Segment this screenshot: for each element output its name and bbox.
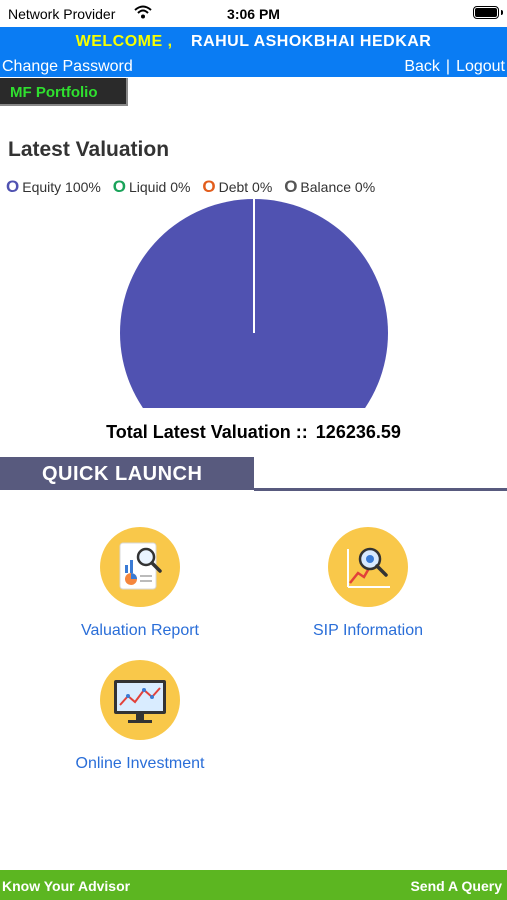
know-your-advisor-link[interactable]: Know Your Advisor xyxy=(2,878,130,894)
valuation-pie-chart xyxy=(120,199,388,408)
link-separator: | xyxy=(445,58,451,75)
legend-marker: O xyxy=(202,177,216,196)
valuation-report-tile[interactable]: Valuation Report xyxy=(40,527,240,640)
mf-portfolio-tab[interactable]: MF Portfolio xyxy=(0,78,128,106)
quick-launch-divider xyxy=(254,488,507,491)
legend-item-liquid: O Liquid 0% xyxy=(113,177,191,197)
legend-item-balance: O Balance 0% xyxy=(284,177,375,197)
section-title: Latest Valuation xyxy=(8,138,170,161)
valuation-report-icon xyxy=(100,527,180,607)
legend-label: Equity 100% xyxy=(22,179,101,195)
footer-bar: Know Your Advisor Send A Query xyxy=(0,870,507,900)
valuation-report-label: Valuation Report xyxy=(81,622,199,639)
online-investment-icon xyxy=(100,660,180,740)
user-name: RAHUL ASHOKBHAI HEDKAR xyxy=(191,33,432,50)
legend-marker: O xyxy=(6,177,20,196)
legend-marker: O xyxy=(284,177,298,196)
logout-link[interactable]: Logout xyxy=(456,58,505,75)
clock: 3:06 PM xyxy=(227,6,280,22)
header-links: Change Password Back | Logout xyxy=(0,58,507,76)
legend-label: Liquid 0% xyxy=(128,179,191,195)
legend-label: Debt 0% xyxy=(218,179,273,195)
app-header: WELCOME , RAHUL ASHOKBHAI HEDKAR Change … xyxy=(0,27,507,77)
online-investment-label: Online Investment xyxy=(75,755,205,772)
legend-label: Balance 0% xyxy=(300,179,376,195)
back-link[interactable]: Back xyxy=(404,58,440,75)
welcome-text: WELCOME , xyxy=(75,33,173,50)
total-valuation-label: Total Latest Valuation :: xyxy=(106,422,308,442)
nav-links: Back | Logout xyxy=(404,58,505,76)
legend-item-equity: O Equity 100% xyxy=(6,177,101,197)
legend-item-debt: O Debt 0% xyxy=(202,177,272,197)
legend-marker: O xyxy=(112,177,126,196)
status-bar: Network Provider 3:06 PM xyxy=(0,0,507,27)
total-valuation-amount: 126236.59 xyxy=(315,422,401,442)
battery-icon xyxy=(473,6,499,19)
welcome-line: WELCOME , RAHUL ASHOKBHAI HEDKAR xyxy=(0,33,507,51)
change-password-link[interactable]: Change Password xyxy=(2,58,133,76)
total-valuation: Total Latest Valuation :: 126236.59 xyxy=(0,422,507,443)
sip-information-label: SIP Information xyxy=(313,622,423,639)
send-a-query-link[interactable]: Send A Query xyxy=(410,878,502,894)
chart-legend: O Equity 100% O Liquid 0% O Debt 0% O Balanc… xyxy=(6,177,383,197)
online-investment-tile[interactable]: Online Investment xyxy=(40,660,240,773)
sip-information-tile[interactable]: SIP Information xyxy=(268,527,468,640)
quick-launch-header: QUICK LAUNCH xyxy=(0,457,254,490)
sip-information-icon xyxy=(328,527,408,607)
